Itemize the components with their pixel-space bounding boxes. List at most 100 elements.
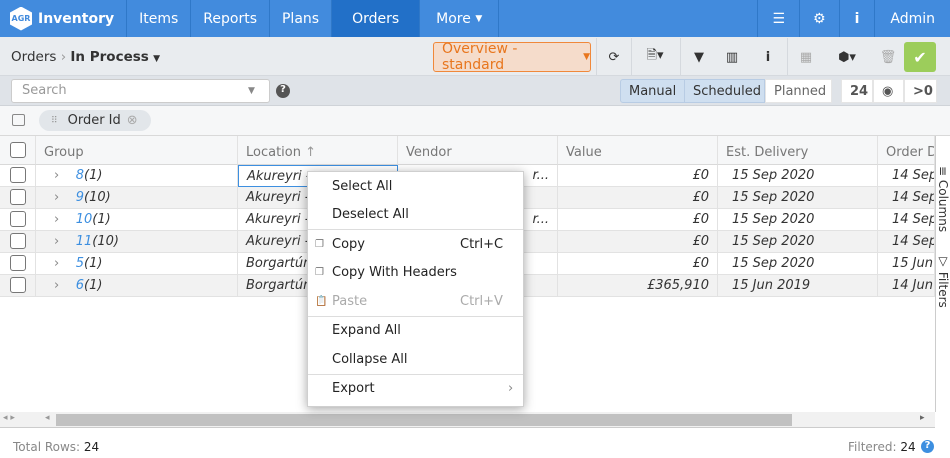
- mode-scheduled[interactable]: Scheduled: [684, 79, 765, 103]
- breadcrumb-orders[interactable]: Orders: [11, 49, 56, 65]
- mode-planned[interactable]: Planned: [765, 79, 832, 103]
- nav-plans[interactable]: Plans: [270, 0, 333, 37]
- order-id-link[interactable]: 6: [76, 278, 84, 293]
- header-group[interactable]: Group: [36, 136, 238, 165]
- header-value[interactable]: Value: [558, 136, 718, 165]
- row-checkbox[interactable]: [10, 255, 26, 271]
- value-cell[interactable]: £0: [558, 209, 718, 231]
- columns-tab[interactable]: ≡ Columns: [936, 166, 950, 232]
- menu-expand-all[interactable]: Expand All: [308, 317, 523, 346]
- delivery-cell[interactable]: 15 Jun 2019: [718, 275, 878, 297]
- breadcrumb-current[interactable]: In Process: [70, 49, 148, 65]
- calculator-icon[interactable]: ▦: [796, 47, 816, 67]
- chevron-right-icon: ›: [508, 381, 514, 397]
- header-vendor[interactable]: Vendor: [398, 136, 558, 165]
- menu-paste[interactable]: 📋 Paste Ctrl+V: [308, 287, 523, 316]
- header-location-label: Location: [246, 145, 301, 160]
- group-chip[interactable]: ⠿ Order Id ⊗: [39, 110, 151, 131]
- order-id-link[interactable]: 9: [76, 190, 84, 205]
- order-date-cell[interactable]: 14 Sep: [878, 209, 935, 231]
- confirm-button[interactable]: ✔: [904, 42, 936, 72]
- delivery-cell[interactable]: 15 Sep 2020: [718, 187, 878, 209]
- row-checkbox[interactable]: [10, 211, 26, 227]
- cube-icon[interactable]: ⬢▾: [832, 47, 862, 67]
- admin-menu[interactable]: Admin: [875, 0, 950, 37]
- delivery-cell[interactable]: 15 Sep 2020: [718, 209, 878, 231]
- expand-chevron-icon[interactable]: ›: [54, 168, 59, 183]
- menu-collapse-all[interactable]: Collapse All: [308, 345, 523, 374]
- menu-copy[interactable]: ❐ Copy Ctrl+C: [308, 230, 523, 259]
- nav-more[interactable]: More ▼: [420, 0, 500, 37]
- value-cell[interactable]: £365,910: [558, 275, 718, 297]
- order-date-cell[interactable]: 14 Jun: [878, 275, 935, 297]
- delivery-cell[interactable]: 15 Sep 2020: [718, 253, 878, 275]
- nav-reports[interactable]: Reports: [191, 0, 270, 37]
- caret-down-icon[interactable]: ▼: [248, 86, 255, 96]
- caret-down-icon[interactable]: ▼: [153, 54, 160, 64]
- info-icon[interactable]: i: [840, 0, 876, 37]
- mode-manual[interactable]: Manual: [620, 79, 685, 103]
- info-icon[interactable]: i: [758, 47, 778, 67]
- horizontal-scrollbar[interactable]: ◂ ▸ ◂ ▸: [0, 412, 935, 428]
- header-order-date[interactable]: Order D: [878, 136, 935, 165]
- order-date-cell[interactable]: 14 Sep: [878, 231, 935, 253]
- row-checkbox[interactable]: [10, 233, 26, 249]
- scroll-right-icon[interactable]: ▸: [920, 413, 925, 423]
- trash-icon[interactable]: 🗑: [878, 47, 898, 67]
- filters-tab[interactable]: ▽ Filters: [936, 254, 950, 308]
- layout-icon[interactable]: ☰: [757, 0, 800, 37]
- view-selector[interactable]: Overview - standard ▼: [433, 41, 591, 73]
- value-cell[interactable]: £0: [558, 231, 718, 253]
- scroll-left-icon[interactable]: ◂: [45, 413, 50, 423]
- total-rows-value: 24: [83, 440, 100, 454]
- row-checkbox[interactable]: [10, 277, 26, 293]
- gear-icon[interactable]: ⚙: [800, 0, 840, 37]
- value-cell[interactable]: £0: [558, 165, 718, 187]
- value-cell[interactable]: £0: [558, 187, 718, 209]
- group-panel-icon[interactable]: [12, 114, 25, 126]
- scroll-left-icon[interactable]: ◂ ▸: [3, 413, 15, 423]
- order-id-link[interactable]: 8: [76, 168, 84, 183]
- chart-icon[interactable]: ▥: [722, 47, 742, 67]
- order-id-link[interactable]: 11: [76, 234, 93, 249]
- expand-chevron-icon[interactable]: ›: [54, 278, 59, 293]
- nav-items[interactable]: Items: [127, 0, 192, 37]
- logo-home[interactable]: AGR Inventory: [0, 0, 128, 37]
- search-input[interactable]: Search: [11, 79, 270, 103]
- excel-export-icon[interactable]: 🗎▾: [641, 47, 669, 67]
- menu-label: Expand All: [332, 323, 401, 339]
- value-cell[interactable]: £0: [558, 253, 718, 275]
- help-icon[interactable]: ?: [921, 440, 934, 453]
- order-date-cell[interactable]: 14 Sep: [878, 187, 935, 209]
- scroll-thumb[interactable]: [56, 414, 792, 426]
- remove-icon[interactable]: ⊗: [127, 113, 138, 128]
- refresh-icon[interactable]: ⟳: [604, 47, 624, 67]
- menu-export[interactable]: Export ›: [308, 375, 523, 404]
- menu-deselect-all[interactable]: Deselect All: [308, 201, 523, 230]
- help-icon[interactable]: ?: [276, 84, 290, 98]
- order-id-link[interactable]: 5: [76, 256, 84, 271]
- header-est-delivery[interactable]: Est. Delivery: [718, 136, 878, 165]
- filter-icon[interactable]: ▼: [689, 47, 709, 67]
- delivery-cell[interactable]: 15 Sep 2020: [718, 165, 878, 187]
- user-icon[interactable]: ◉: [873, 79, 904, 103]
- expand-chevron-icon[interactable]: ›: [54, 234, 59, 249]
- order-id-link[interactable]: 10: [76, 212, 93, 227]
- order-date-cell[interactable]: 14 Sep: [878, 165, 935, 187]
- expand-chevron-icon[interactable]: ›: [54, 256, 59, 271]
- header-location[interactable]: Location ↑: [238, 136, 398, 165]
- expand-chevron-icon[interactable]: ›: [54, 212, 59, 227]
- greater-than-zero[interactable]: >0: [904, 79, 937, 103]
- paste-icon: 📋: [315, 295, 328, 307]
- select-all-checkbox[interactable]: [10, 142, 26, 158]
- nav-orders[interactable]: Orders: [332, 0, 421, 37]
- menu-copy-with-headers[interactable]: ❐ Copy With Headers: [308, 259, 523, 288]
- drag-handle-icon[interactable]: ⠿: [51, 116, 58, 126]
- menu-select-all[interactable]: Select All: [308, 172, 523, 201]
- row-checkbox[interactable]: [10, 167, 26, 183]
- expand-chevron-icon[interactable]: ›: [54, 190, 59, 205]
- delivery-cell[interactable]: 15 Sep 2020: [718, 231, 878, 253]
- count-24[interactable]: 24: [841, 79, 873, 103]
- order-date-cell[interactable]: 15 Jun: [878, 253, 935, 275]
- row-checkbox[interactable]: [10, 189, 26, 205]
